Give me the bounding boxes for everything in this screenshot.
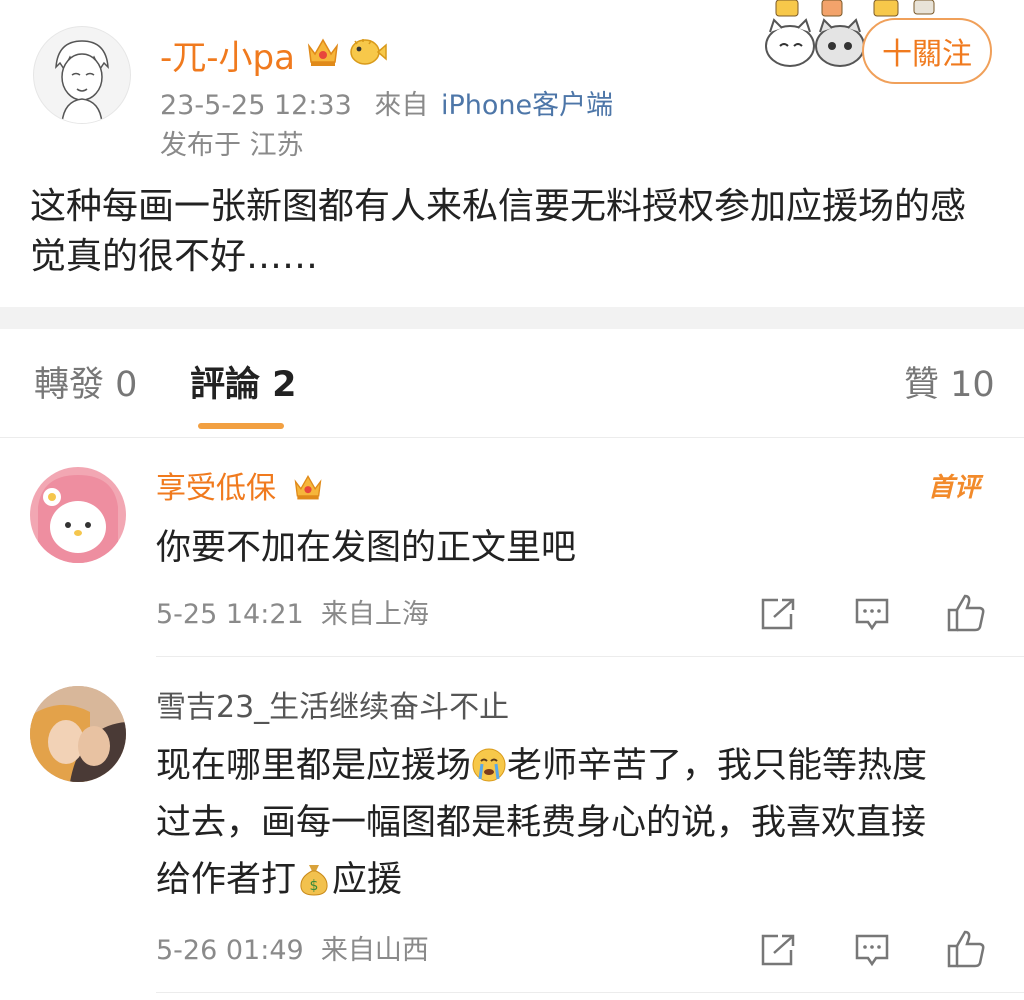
comment-meta: 5-25 14:21 来自上海 bbox=[156, 599, 429, 630]
comment-body-line: 现在哪里都是应援场 老师辛苦了，我只能等热度 bbox=[156, 738, 1006, 795]
tab-comments[interactable]: 評論 2 bbox=[190, 362, 297, 408]
comment-meta: 5-26 01:49 来自山西 bbox=[156, 935, 429, 966]
comment-avatar[interactable] bbox=[30, 686, 126, 782]
comment-body-text: 现在哪里都是应援场 bbox=[156, 746, 472, 786]
post-text: 这种每画一张新图都有人来私信要无料授权参加应援场的感觉真的很不好…… bbox=[30, 186, 967, 277]
share-icon[interactable] bbox=[760, 933, 796, 967]
post-time: 23-5-25 12:33 bbox=[160, 90, 352, 121]
comment-body-line: 过去，画每一幅图都是耗费身心的说，我喜欢直接 bbox=[156, 803, 927, 843]
post-location: 发布于 江苏 bbox=[160, 130, 304, 161]
crown-vip-icon bbox=[292, 472, 324, 506]
svg-text:$: $ bbox=[310, 878, 319, 894]
comment-body-text: 老师辛苦了，我只能等热度 bbox=[507, 746, 928, 786]
money-bag-icon: $ bbox=[296, 858, 332, 896]
crown-vip-icon bbox=[305, 36, 341, 72]
first-comment-badge: 首评 bbox=[928, 473, 981, 503]
comment-body: 现在哪里都是应援场 老师辛苦了，我只能等热度 过去，画每一幅图都是耗费身心的说，我… bbox=[156, 738, 1006, 909]
comment-body: 你要不加在发图的正文里吧 bbox=[156, 528, 577, 568]
author-name[interactable]: -兀-小pa bbox=[160, 30, 295, 79]
author-avatar[interactable] bbox=[33, 26, 131, 124]
section-divider bbox=[0, 307, 1024, 329]
comment-body-text: 应援 bbox=[332, 860, 403, 900]
follow-button[interactable]: 十關注 bbox=[862, 18, 992, 84]
comment-separator bbox=[156, 992, 1024, 993]
pufferfish-badge-icon bbox=[347, 36, 387, 72]
comment-author-name[interactable]: 享受低保 bbox=[156, 469, 276, 509]
like-icon[interactable] bbox=[946, 593, 986, 633]
comment-body-line: 给作者打 $ 应援 bbox=[156, 852, 1006, 909]
crying-face-icon bbox=[471, 744, 507, 782]
post-source-prefix: 來自 bbox=[374, 90, 429, 121]
comment-avatar[interactable] bbox=[30, 467, 126, 563]
comment-icon[interactable] bbox=[854, 597, 890, 631]
tab-likes[interactable]: 贊 10 bbox=[904, 362, 995, 408]
follow-button-label: 十關注 bbox=[882, 37, 972, 72]
post-source-device[interactable]: iPhone客户端 bbox=[441, 90, 613, 121]
comment-separator bbox=[156, 656, 1024, 657]
post-meta-row: 23-5-25 12:33 來自 iPhone客户端 bbox=[160, 88, 613, 124]
tab-reposts[interactable]: 轉發 0 bbox=[34, 362, 137, 408]
like-icon[interactable] bbox=[946, 929, 986, 969]
tab-active-indicator bbox=[198, 423, 284, 429]
comment-icon[interactable] bbox=[854, 933, 890, 967]
comment-body-text: 给作者打 bbox=[156, 860, 297, 900]
author-name-row: -兀-小pa bbox=[160, 30, 387, 78]
tabs-bottom-border bbox=[0, 437, 1024, 438]
comment-author-name[interactable]: 雪吉23_生活继续奋斗不止 bbox=[156, 688, 509, 728]
share-icon[interactable] bbox=[760, 597, 796, 631]
